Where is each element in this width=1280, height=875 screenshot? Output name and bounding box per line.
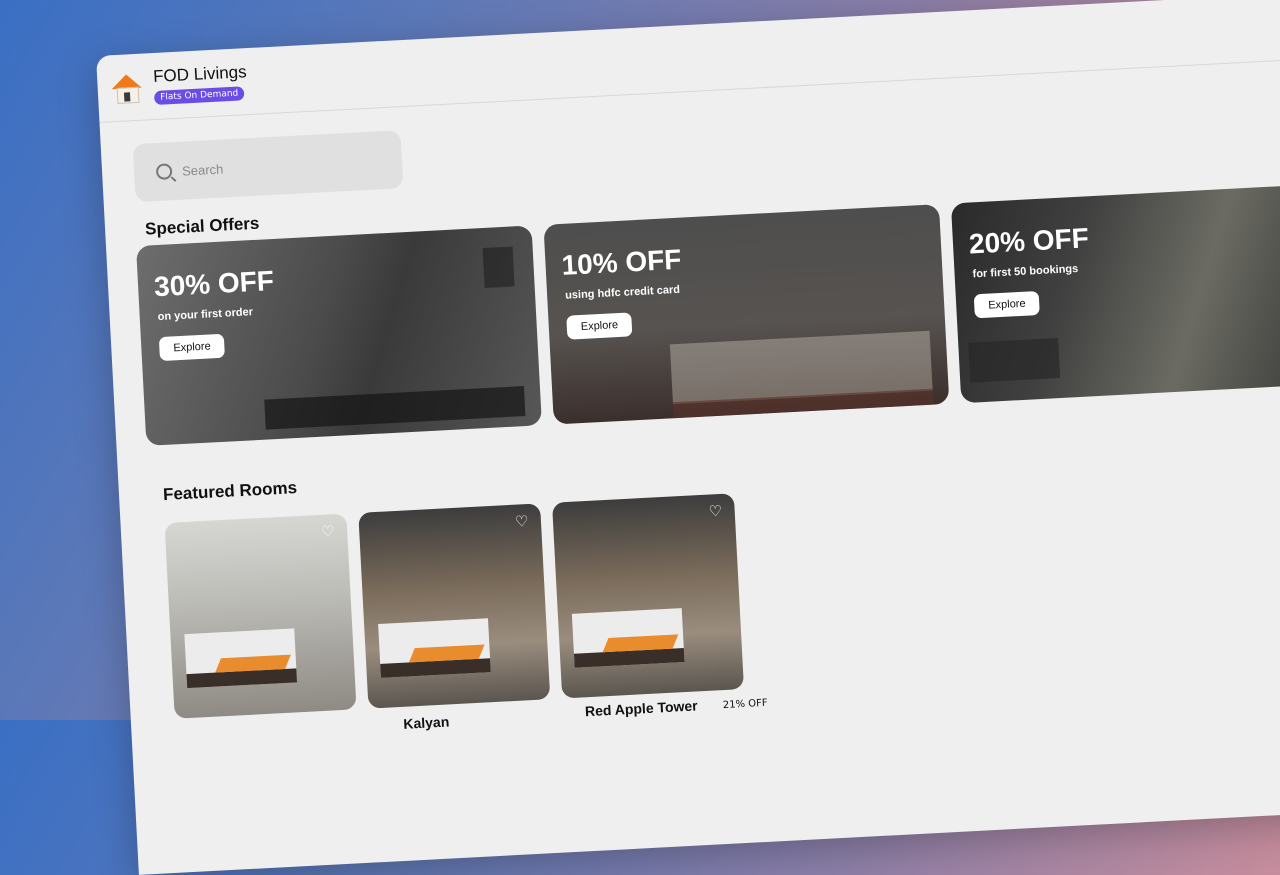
- home-logo-icon: [111, 72, 143, 104]
- room-name[interactable]: Kalyan: [403, 713, 450, 731]
- room-discount: 21% OFF: [722, 697, 768, 712]
- featured-rooms-list: ♡ ♡ ♡: [164, 493, 745, 719]
- favorite-heart-icon[interactable]: ♡: [708, 502, 725, 521]
- special-offers-list: 30% OFF on your first order Explore 10% …: [136, 182, 1280, 446]
- app-name: FOD Livings: [152, 62, 248, 87]
- favorite-heart-icon[interactable]: ♡: [514, 512, 532, 531]
- room-name[interactable]: Red Apple Tower: [585, 697, 698, 719]
- offer-card[interactable]: 20% OFF for first 50 bookings Explore: [950, 182, 1280, 404]
- offer-card[interactable]: 10% OFF using hdfc credit card Explore: [543, 204, 950, 425]
- offer-discount: 30% OFF: [153, 265, 275, 303]
- offer-card[interactable]: 30% OFF on your first order Explore: [136, 225, 542, 446]
- room-card[interactable]: ♡: [164, 513, 357, 719]
- explore-button[interactable]: Explore: [973, 290, 1041, 319]
- featured-rooms-title: Featured Rooms: [162, 478, 298, 505]
- offer-subtitle: for first 50 bookings: [972, 262, 1079, 281]
- app-tagline-badge: Flats On Demand: [153, 86, 245, 105]
- brand: FOD Livings Flats On Demand: [153, 62, 248, 105]
- offer-discount: 10% OFF: [560, 243, 683, 281]
- app-window: FOD Livings Flats On Demand Search Speci…: [96, 0, 1280, 875]
- search-placeholder: Search: [181, 161, 224, 179]
- room-card[interactable]: ♡: [358, 503, 551, 709]
- room-card[interactable]: ♡: [552, 493, 745, 699]
- explore-button[interactable]: Explore: [158, 333, 226, 362]
- offer-subtitle: on your first order: [157, 306, 254, 324]
- header: FOD Livings Flats On Demand: [96, 0, 1280, 123]
- search-input[interactable]: Search: [132, 130, 404, 203]
- explore-button[interactable]: Explore: [566, 312, 633, 340]
- favorite-heart-icon[interactable]: ♡: [321, 522, 338, 541]
- search-icon: [155, 163, 173, 180]
- offer-subtitle: using hdfc credit card: [564, 283, 681, 302]
- offer-discount: 20% OFF: [968, 222, 1090, 260]
- special-offers-title: Special Offers: [144, 213, 260, 239]
